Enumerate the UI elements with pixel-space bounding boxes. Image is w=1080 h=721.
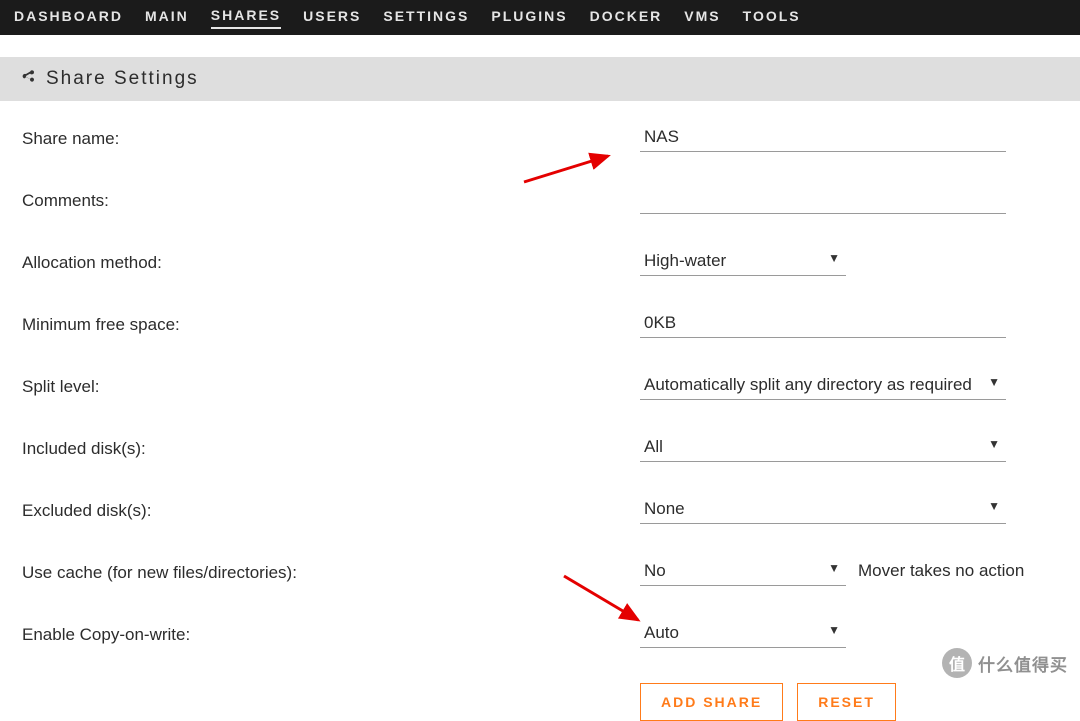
share-icon [20, 69, 36, 90]
use-cache-label: Use cache (for new files/directories): [22, 559, 640, 583]
allocation-method-label: Allocation method: [22, 249, 640, 273]
excluded-disks-select[interactable]: None [640, 497, 1006, 524]
nav-plugins[interactable]: PLUGINS [491, 8, 567, 28]
included-disks-select[interactable]: All [640, 435, 1006, 462]
allocation-method-select[interactable]: High-water [640, 249, 846, 276]
nav-settings[interactable]: SETTINGS [383, 8, 469, 28]
share-name-label: Share name: [22, 125, 640, 149]
share-name-input[interactable] [640, 125, 1006, 152]
excluded-disks-label: Excluded disk(s): [22, 497, 640, 521]
nav-docker[interactable]: DOCKER [590, 8, 663, 28]
add-share-button[interactable]: ADD SHARE [640, 683, 783, 721]
watermark: 值 什么值得买 [942, 648, 1068, 678]
split-level-select[interactable]: Automatically split any directory as req… [640, 373, 1006, 400]
comments-input[interactable] [640, 187, 1006, 214]
nav-vms[interactable]: VMS [684, 8, 720, 28]
nav-users[interactable]: USERS [303, 8, 361, 28]
min-free-space-label: Minimum free space: [22, 311, 640, 335]
watermark-text: 什么值得买 [978, 651, 1068, 676]
watermark-badge: 值 [942, 648, 972, 678]
nav-tools[interactable]: TOOLS [743, 8, 801, 28]
copy-on-write-label: Enable Copy-on-write: [22, 621, 640, 645]
copy-on-write-select[interactable]: Auto [640, 621, 846, 648]
comments-label: Comments: [22, 187, 640, 211]
reset-button[interactable]: RESET [797, 683, 896, 721]
nav-shares[interactable]: SHARES [211, 7, 281, 29]
nav-main[interactable]: MAIN [145, 8, 189, 28]
included-disks-label: Included disk(s): [22, 435, 640, 459]
top-nav: DASHBOARD MAIN SHARES USERS SETTINGS PLU… [0, 0, 1080, 35]
share-settings-form: Share name: Comments: Allocation method:… [0, 101, 1080, 721]
nav-dashboard[interactable]: DASHBOARD [14, 8, 123, 28]
section-header: Share Settings [0, 57, 1080, 101]
use-cache-select[interactable]: No [640, 559, 846, 586]
section-title: Share Settings [46, 68, 199, 90]
use-cache-note: Mover takes no action [858, 559, 1024, 581]
split-level-label: Split level: [22, 373, 640, 397]
min-free-space-input[interactable] [640, 311, 1006, 338]
